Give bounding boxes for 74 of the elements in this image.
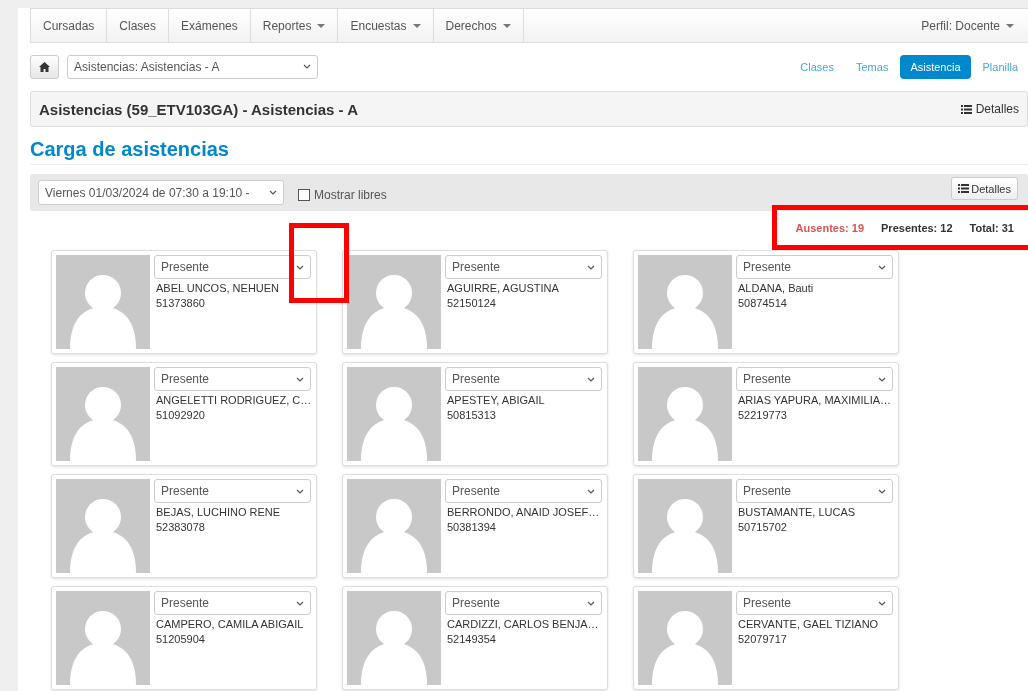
chevron-down-icon	[878, 264, 886, 270]
checkbox[interactable]	[298, 189, 310, 201]
date-select[interactable]: Viernes 01/03/2024 de 07:30 a 19:10 -	[38, 180, 284, 205]
chevron-down-icon	[878, 376, 886, 382]
status-select[interactable]: Presente	[736, 479, 893, 503]
student-id: 51373860	[156, 297, 206, 309]
nav-link[interactable]: Derechos	[433, 9, 524, 42]
student-id: 50815313	[447, 409, 497, 421]
section-select[interactable]: Asistencias: Asistencias - A	[67, 54, 318, 79]
status-select[interactable]: Presente	[154, 479, 311, 503]
status-select[interactable]: Presente	[154, 591, 311, 615]
student-name: CERVANTE, GAEL TIZIANO	[738, 618, 880, 630]
status-select[interactable]: Presente	[736, 367, 893, 391]
chevron-down-icon	[269, 190, 277, 195]
chevron-down-icon	[587, 376, 595, 382]
status-select[interactable]: Presente	[736, 591, 893, 615]
status-select[interactable]: Presente	[445, 479, 602, 503]
nav-link[interactable]: Encuestas	[338, 9, 434, 42]
chevron-down-icon	[587, 600, 595, 606]
student-name: AGUIRRE, AGUSTINA	[447, 282, 560, 294]
panel-title: Asistencias (59_ETV103GA) - Asistencias - A	[39, 100, 359, 118]
status-select[interactable]: Presente	[445, 367, 602, 391]
student-name: ANGELETTI RODRIGUEZ, C…	[156, 394, 312, 406]
student-id: 51205904	[156, 633, 206, 645]
home-button[interactable]	[30, 54, 59, 79]
list-icon	[960, 104, 972, 114]
student-name: BEJAS, LUCHINO RENE	[156, 506, 282, 518]
student-name: CARDIZZI, CARLOS BENJA…	[447, 618, 600, 630]
student-id: 52149354	[447, 633, 497, 645]
summary-count: Total: 31	[969, 222, 1014, 236]
student-name: BUSTAMANTE, LUCAS	[738, 506, 857, 518]
details-link[interactable]: Detalles	[960, 102, 1019, 116]
status-select[interactable]: Presente	[445, 591, 602, 615]
chevron-down-icon	[878, 488, 886, 494]
student-name: APESTEY, ABIGAIL	[447, 394, 546, 406]
chevron-down-icon	[296, 376, 304, 382]
student-id: 51092920	[156, 409, 206, 421]
status-select[interactable]: Presente	[736, 255, 893, 279]
student-id: 52150124	[447, 297, 497, 309]
student-name: BERRONDO, ANAID JOSEF…	[447, 506, 601, 518]
chevron-down-icon	[878, 600, 886, 606]
checkbox-label: Mostrar libres	[314, 188, 387, 202]
profile-menu[interactable]: Perfil: Docente	[907, 9, 1028, 42]
student-id: 50874514	[738, 297, 788, 309]
chevron-down-icon	[296, 488, 304, 494]
student-id: 52079717	[738, 633, 788, 645]
details-button[interactable]: Detalles	[951, 177, 1018, 200]
list-icon	[958, 184, 970, 193]
chevron-down-icon	[587, 264, 595, 270]
student-id: 50715702	[738, 521, 788, 533]
student-name: ALDANA, Bauti	[738, 282, 815, 294]
chevron-down-icon	[303, 64, 311, 69]
student-name: ABEL UNCOS, NEHUEN	[156, 282, 281, 294]
nav-link[interactable]: Exámenes	[169, 9, 251, 42]
student-name: ARIAS YAPURA, MAXIMILIA…	[738, 394, 893, 406]
nav-link[interactable]: Cursadas	[31, 9, 108, 42]
status-select[interactable]: Presente	[445, 255, 602, 279]
nav-link[interactable]: Clases	[107, 9, 170, 42]
student-name: CAMPERO, CAMILA ABIGAIL	[156, 618, 305, 630]
student-id: 52383078	[156, 521, 206, 533]
nav-pill[interactable]: Asistencia	[900, 54, 971, 79]
summary-count: Presentes: 12	[881, 222, 953, 236]
student-id: 52219773	[738, 409, 788, 421]
status-select[interactable]: Presente	[154, 255, 311, 279]
nav-link[interactable]: Reportes	[250, 9, 339, 42]
status-select[interactable]: Presente	[154, 367, 311, 391]
summary-count: Ausentes: 19	[795, 222, 865, 236]
chevron-down-icon	[587, 488, 595, 494]
home-icon	[39, 61, 50, 72]
chevron-down-icon	[296, 600, 304, 606]
chevron-down-icon	[296, 264, 304, 270]
student-id: 50381394	[447, 521, 497, 533]
page-heading: Carga de asistencias	[30, 138, 1028, 165]
caret-icon	[1006, 23, 1014, 28]
